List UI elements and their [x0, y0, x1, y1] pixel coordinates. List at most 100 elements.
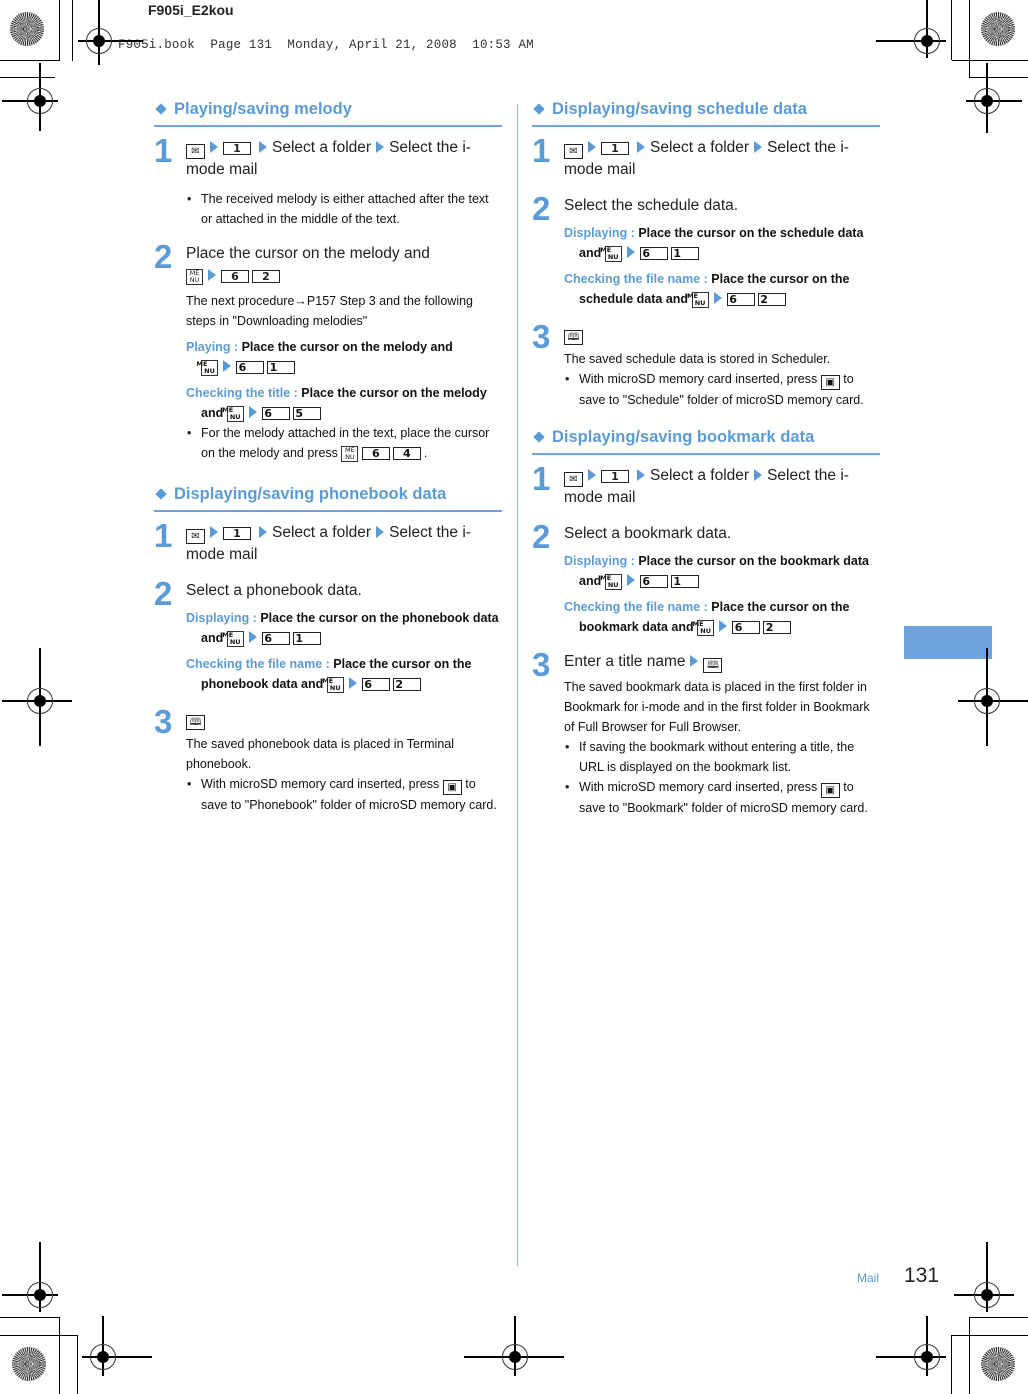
key-1: 1: [223, 142, 251, 155]
key: 6: [361, 447, 390, 460]
key: 6: [361, 678, 390, 691]
book-save-icon: 🕮: [703, 658, 723, 673]
key: 6: [639, 247, 668, 260]
menu-key-icon: ME NU: [222, 631, 244, 647]
menu-key-icon: ME NU: [197, 360, 218, 376]
crop-line: [969, 0, 970, 77]
column-divider: [517, 104, 518, 1266]
bullet: For the melody attached in the text, pla…: [186, 423, 502, 463]
registration-mark-icon: [2, 648, 72, 746]
section-title: Displaying/saving schedule data: [532, 100, 880, 127]
step-2: 2 Select a phonebook data. Displaying : …: [154, 575, 502, 694]
key: 6: [726, 293, 755, 306]
diamond-icon: [155, 487, 167, 500]
step-number: 1: [154, 517, 173, 554]
crop-line: [72, 0, 73, 61]
key: 6: [732, 621, 761, 634]
registration-mark-icon: [876, 1316, 956, 1386]
section-title: Playing/saving melody: [154, 100, 502, 127]
arrow-icon: [248, 631, 257, 643]
step-number: 2: [532, 190, 551, 227]
step-1: 1 ✉ 1 Select a folder Select the i-mode mai…: [532, 460, 849, 506]
right-column: Displaying/saving schedule data 1 ✉ 1 Sele…: [532, 100, 880, 832]
registration-disc-icon: [12, 1347, 46, 1381]
diamond-icon: [155, 102, 167, 115]
step-3: 3 🕮 The saved phonebook data is placed i…: [154, 703, 502, 815]
arrow-icon: [588, 469, 596, 481]
crop-line: [0, 1335, 78, 1336]
step-number: 2: [154, 238, 173, 275]
mail-key-icon: ✉: [186, 144, 205, 159]
step-note: The next procedure→P157 Step 3 and the f…: [186, 294, 473, 328]
arrow-icon: [210, 141, 218, 153]
menu-key-icon: ME NU: [186, 269, 203, 285]
section-title: Displaying/saving bookmark data: [532, 428, 880, 455]
arrow-icon: [588, 141, 596, 153]
checking-file-name-instruction: Checking the file name : Place the curso…: [564, 600, 850, 636]
diamond-icon: [533, 102, 545, 115]
arrow-icon: [248, 406, 257, 418]
step-2: 2 Place the cursor on the melody and ME N…: [154, 238, 502, 463]
microsd-key-icon: ▣: [820, 375, 840, 390]
crop-line: [0, 77, 55, 78]
key: 1: [670, 575, 699, 588]
key: 6: [261, 407, 290, 420]
registration-mark-icon: [2, 1242, 62, 1324]
step-number: 1: [532, 460, 551, 497]
step-number: 1: [154, 132, 173, 169]
key: 2: [757, 293, 786, 306]
key: 2: [763, 621, 792, 634]
menu-key-icon: ME NU: [341, 446, 359, 462]
playing-instruction: Playing : Place the cursor on the melody…: [186, 340, 453, 376]
registration-mark-icon: [2, 63, 58, 131]
footer-section-name: Mail: [857, 1271, 880, 1285]
arrow-icon: [376, 141, 385, 153]
mail-key-icon: ✉: [186, 529, 205, 544]
registration-disc-icon: [10, 12, 44, 46]
arrow-icon: [690, 655, 699, 667]
step-1: 1 ✉ 1 Select a folder Select the i-mode mai…: [532, 132, 849, 178]
key: 6: [261, 632, 290, 645]
registration-mark-icon: [876, 0, 956, 70]
arrow-icon: [208, 269, 216, 281]
checking-file-name-instruction: Checking the file name : Place the curso…: [186, 657, 472, 693]
crop-line: [969, 1317, 970, 1394]
document-name: F905i_E2kou: [148, 2, 234, 18]
step-1: 1 ✉ 1 Select a folder Select the i-mode mai…: [154, 132, 502, 229]
arrow-icon: [754, 141, 763, 153]
mail-key-icon: ✉: [564, 144, 583, 159]
step-number: 3: [154, 703, 173, 740]
displaying-instruction: Displaying : Place the cursor on the sch…: [564, 226, 864, 262]
crop-line: [952, 60, 1028, 61]
step-number: 3: [532, 646, 551, 683]
key: 6: [221, 270, 249, 283]
key-1: 1: [601, 470, 629, 483]
registration-mark-icon: [82, 1316, 152, 1386]
registration-disc-icon: [981, 12, 1015, 46]
crop-line: [59, 1317, 60, 1394]
microsd-key-icon: ▣: [442, 780, 462, 795]
section-bookmark: Displaying/saving bookmark data 1 ✉ 1 Sele…: [532, 428, 880, 818]
step-2: 2 Select the schedule data. Displaying :…: [532, 190, 880, 309]
book-save-icon: 🕮: [564, 330, 583, 345]
bullet: With microSD memory card inserted, press…: [186, 774, 502, 815]
arrow-icon: [259, 141, 267, 153]
key: 2: [392, 678, 421, 691]
key: 1: [292, 632, 321, 645]
arrow-icon: [713, 292, 722, 304]
print-meta: F905i.book Page 131 Monday, April 21, 20…: [118, 38, 534, 52]
arrow-icon: [719, 620, 728, 632]
step-3: 3 Enter a title name 🕮 The saved bookmark…: [532, 646, 880, 818]
key: 1: [670, 247, 699, 260]
step-number: 3: [532, 318, 551, 355]
crop-line: [0, 60, 60, 61]
menu-key-icon: ME NU: [693, 620, 715, 636]
chapter-tab: [904, 626, 992, 659]
step-number: 2: [154, 575, 173, 612]
step-number: 1: [532, 132, 551, 169]
key-1: 1: [223, 527, 251, 540]
menu-key-icon: ME NU: [322, 677, 344, 693]
book-save-icon: 🕮: [186, 715, 205, 730]
step-1: 1 ✉ 1 Select a folder Select the i-mode mai…: [154, 517, 471, 563]
arrow-icon: [259, 526, 267, 538]
